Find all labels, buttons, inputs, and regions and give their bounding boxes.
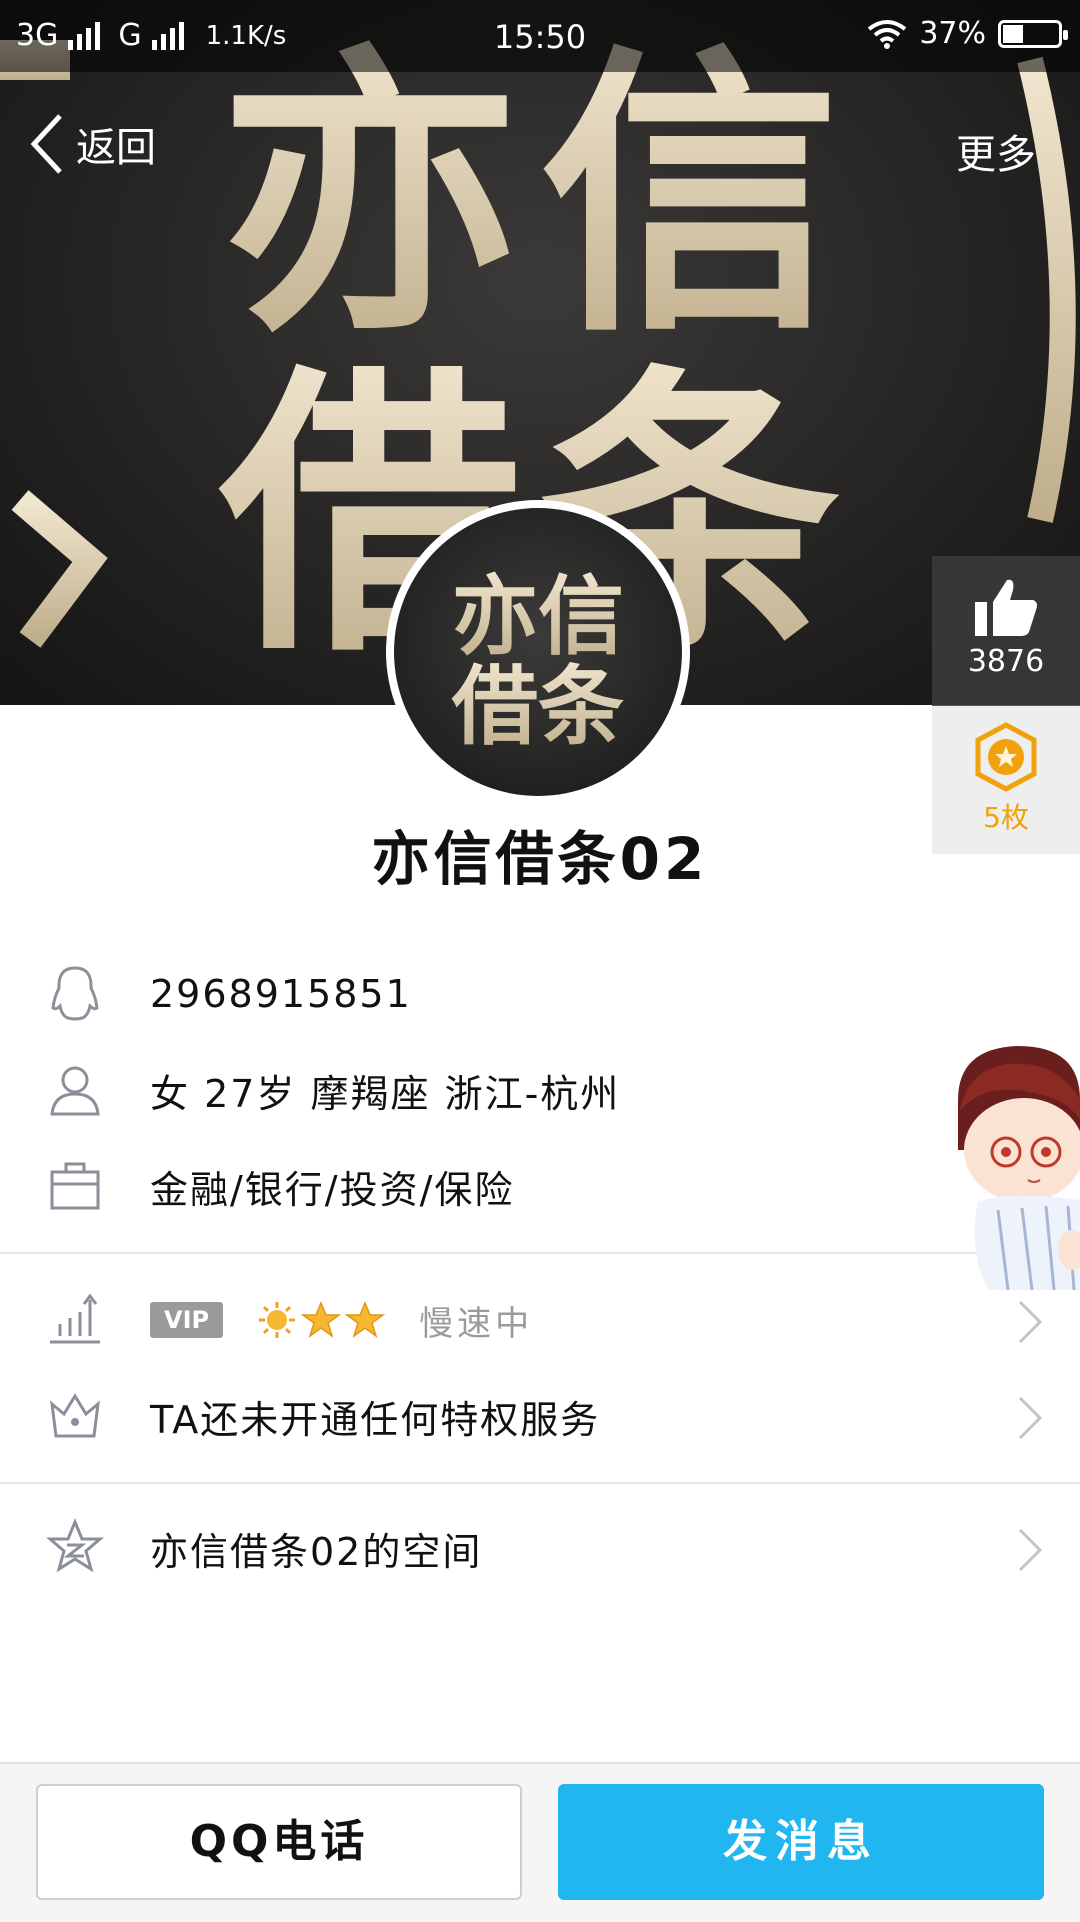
person-icon: [50, 1066, 100, 1116]
personal-info-row[interactable]: 女 27岁 摩羯座 浙江-杭州: [0, 1042, 1080, 1138]
like-count: 3876: [967, 644, 1045, 679]
divider: [0, 1482, 1080, 1484]
level-stars: [257, 1300, 386, 1340]
chevron-right-icon: [1018, 1528, 1043, 1572]
avatar-logo-line2: 借条: [451, 657, 624, 757]
more-button[interactable]: 更多: [956, 122, 1036, 180]
battery-percent: 37%: [919, 16, 986, 51]
vip-level-row[interactable]: VIP 慢速中: [0, 1272, 1080, 1368]
qq-call-button[interactable]: QQ电话: [36, 1784, 522, 1900]
vip-tag: VIP: [150, 1302, 224, 1338]
briefcase-icon: [50, 1162, 100, 1210]
qq-number: 2968915851: [150, 972, 412, 1016]
star-icon: [301, 1301, 342, 1338]
qzone-row[interactable]: 亦信借条02的空间: [0, 1500, 1080, 1596]
chevron-left-icon: [30, 114, 62, 174]
wifi-icon: [868, 19, 907, 49]
chevron-right-icon: [1018, 1396, 1043, 1440]
qzone-star-icon: [46, 1518, 104, 1573]
avatar-logo-art: 亦信 借条: [451, 567, 624, 757]
qq-number-row[interactable]: 2968915851: [0, 946, 1080, 1042]
avatar[interactable]: 亦信 借条: [386, 500, 690, 804]
penguin-icon: [51, 966, 99, 1021]
personal-info: 女 27岁 摩羯座 浙江-杭州: [150, 1071, 621, 1116]
bottom-action-bar: QQ电话 发消息: [0, 1762, 1080, 1922]
occupation-row[interactable]: 金融/银行/投资/保险: [0, 1138, 1080, 1234]
cover-logo-line1: 亦信: [220, 22, 860, 371]
sun-icon: [259, 1302, 296, 1338]
star-badge-icon: [975, 722, 1037, 792]
star-icon: [345, 1301, 386, 1338]
nickname: 亦信借条02: [371, 825, 709, 893]
status-bar: 3G G 1.1K/s 15:50 37%: [0, 0, 1080, 72]
cartoon-pendant-image[interactable]: [948, 1040, 1080, 1290]
vip-speed-status: 慢速中: [419, 1303, 534, 1344]
level-chart-icon: [50, 1293, 100, 1344]
back-label: 返回: [76, 125, 156, 171]
avatar-logo-line1: 亦信: [452, 567, 624, 667]
send-message-button[interactable]: 发消息: [558, 1784, 1044, 1900]
chevron-right-icon: [1018, 1300, 1043, 1344]
occupation: 金融/银行/投资/保险: [150, 1167, 515, 1212]
thumbs-up-icon: [975, 579, 1037, 636]
privilege-text: TA还未开通任何特权服务: [150, 1397, 601, 1442]
crown-icon: [50, 1393, 100, 1438]
like-button[interactable]: 3876: [932, 556, 1080, 706]
qzone-text: 亦信借条02的空间: [150, 1529, 483, 1574]
back-button[interactable]: 返回: [28, 112, 156, 176]
divider: [0, 1252, 1080, 1254]
privilege-row[interactable]: TA还未开通任何特权服务: [0, 1368, 1080, 1464]
battery-icon: [998, 19, 1068, 48]
